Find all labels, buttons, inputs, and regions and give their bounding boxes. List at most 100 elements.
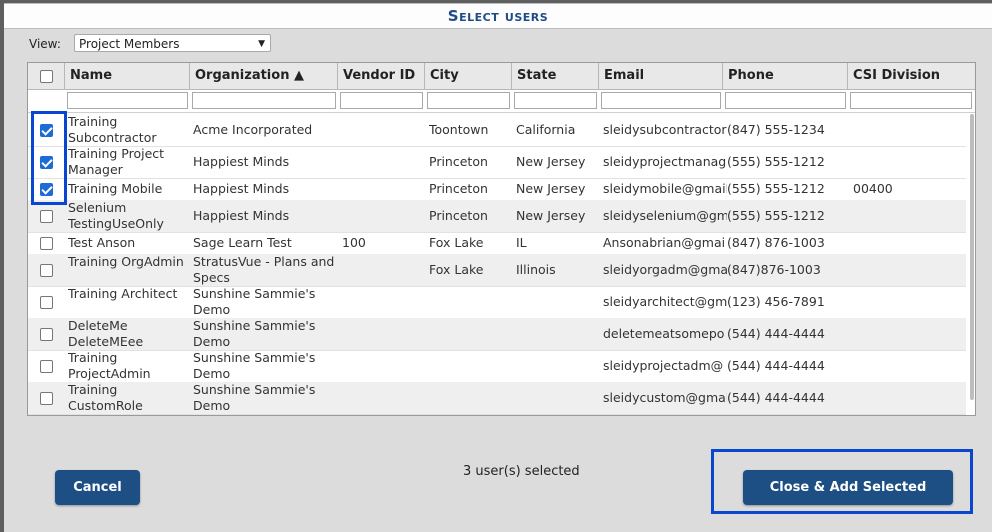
filter-csi-division-input[interactable] [850,92,972,109]
chevron-down-icon: ▼ [258,39,265,49]
cell-state: New Jersey [516,181,586,196]
checked-rows-highlight [31,111,67,205]
cell-email: deletemeatsomepo [603,326,725,341]
cell-state: New Jersey [516,154,586,169]
cell-email: sleidyarchitect@gm [603,294,727,309]
cell-state: IL [516,235,527,250]
cell-phone: (555) 555-1212 [727,154,825,169]
cell-city: Princeton [429,208,488,223]
cell-org: Sunshine Sammie's Demo [193,318,316,349]
cell-state: Illinois [516,262,556,277]
select-all-checkbox[interactable] [40,70,53,83]
row-checkbox[interactable] [40,210,53,223]
cell-name: Training Mobile [68,181,163,196]
cell-phone: (544) 444-4444 [727,326,825,341]
cell-phone: (847) 876-1003 [727,235,825,250]
cell-org: Sunshine Sammie's Demo [193,382,316,413]
cell-email: sleidymobile@gmail [603,181,727,196]
cell-city: Toontown [429,122,489,137]
cell-phone: (555) 555-1212 [727,181,825,196]
filter-email-input[interactable] [601,92,721,109]
cell-phone: (847)876-1003 [727,262,821,277]
table-header: Name Organization ▲ Vendor ID City State… [28,63,975,90]
filter-state-input[interactable] [514,92,597,109]
cell-name: Selenium TestingUseOnly [68,200,164,231]
cell-state: California [516,122,576,137]
table-row[interactable]: Training Subcontractor Acme Incorporated T… [28,114,966,147]
cell-city: Princeton [429,154,488,169]
cell-org: Happiest Minds [193,208,290,223]
cell-name: Training Project Manager [68,146,165,177]
view-label: View: [29,37,61,51]
cell-phone: (123) 456-7891 [727,294,825,309]
cell-org: StratusVue - Plans and Specs [193,254,335,285]
cell-city: Fox Lake [429,235,484,250]
view-select-value: Project Members [79,37,180,51]
cell-phone: (544) 444-4444 [727,390,825,405]
row-checkbox[interactable] [40,264,53,277]
cell-state: New Jersey [516,208,586,223]
column-header-phone[interactable]: Phone [723,63,848,89]
filter-phone-input[interactable] [725,92,846,109]
filter-name-input[interactable] [67,92,188,109]
cell-name: Training Subcontractor [68,114,157,145]
column-header-city[interactable]: City [425,63,512,89]
cell-email: sleidycustom@gmai [603,390,727,405]
filter-organization-input[interactable] [192,92,336,109]
cell-phone: (847) 555-1234 [727,122,825,137]
cell-name: Training Architect [68,286,178,301]
cell-city: Fox Lake [429,262,484,277]
table-row[interactable]: Test Anson Sage Learn Test 100 Fox Lake IL An… [28,232,966,255]
table-row[interactable]: Training Mobile Happiest Minds Princeton Ne… [28,178,966,201]
cell-org: Sage Learn Test [193,235,292,250]
row-checkbox[interactable] [40,360,53,373]
cell-phone: (555) 555-1212 [727,208,825,223]
cell-name: Training ProjectAdmin [68,350,151,381]
column-header-name[interactable]: Name [65,63,190,89]
cell-name: Training CustomRole [68,382,143,413]
cell-email: Ansonabrian@gmai [603,235,726,250]
selection-status: 3 user(s) selected [463,464,580,479]
cell-email: sleidyorgadm@gma [603,262,727,277]
cell-org: Happiest Minds [193,154,290,169]
row-checkbox[interactable] [40,392,53,405]
cell-org: Happiest Minds [193,181,290,196]
column-header-state[interactable]: State [512,63,599,89]
dialog-title: Select users [4,4,992,29]
cell-email: sleidyprojectmanag [603,154,727,169]
table-row[interactable]: DeleteMe DeleteMEee Sunshine Sammie's Dem… [28,318,966,351]
column-header-csi-division[interactable]: CSI Division [848,63,975,89]
cell-email: sleidyprojectadm@ [603,358,724,373]
cell-name: Training OrgAdmin [68,254,184,269]
filter-vendor-id-input[interactable] [340,92,423,109]
column-header-vendor-id[interactable]: Vendor ID [338,63,425,89]
table-row[interactable]: Training Project Manager Happiest Minds Pr… [28,146,966,179]
column-header-email[interactable]: Email [599,63,723,89]
cancel-button[interactable]: Cancel [55,470,140,505]
table-row[interactable]: Training CustomRole Sunshine Sammie's Dem… [28,382,966,415]
row-checkbox[interactable] [40,296,53,309]
cell-phone: (544) 444-4444 [727,358,825,373]
close-and-add-selected-button[interactable]: Close & Add Selected [743,470,953,505]
cell-csi: 00400 [853,181,893,196]
cell-name: Test Anson [68,235,136,250]
table-scrollbar[interactable] [970,114,974,400]
column-header-organization[interactable]: Organization ▲ [190,63,338,89]
table-row[interactable]: Training Architect Sunshine Sammie's Demo… [28,286,966,319]
cell-name: DeleteMe DeleteMEee [68,318,144,349]
cell-org: Acme Incorporated [193,122,313,137]
users-table: Name Organization ▲ Vendor ID City State… [27,62,976,416]
select-all-header [28,63,65,89]
filter-city-input[interactable] [427,92,510,109]
cell-city: Princeton [429,181,488,196]
filter-row [28,90,975,113]
cell-vendor: 100 [342,235,366,250]
cell-email: sleidyselenium@gm [603,208,727,223]
row-checkbox[interactable] [40,328,53,341]
table-row[interactable]: Selenium TestingUseOnly Happiest Minds Pri… [28,200,966,233]
cell-org: Sunshine Sammie's Demo [193,286,316,317]
table-row[interactable]: Training OrgAdmin StratusVue - Plans and … [28,254,966,287]
row-checkbox[interactable] [40,237,53,250]
view-select[interactable]: Project Members ▼ [74,34,271,52]
table-row[interactable]: Training ProjectAdmin Sunshine Sammie's D… [28,350,966,383]
